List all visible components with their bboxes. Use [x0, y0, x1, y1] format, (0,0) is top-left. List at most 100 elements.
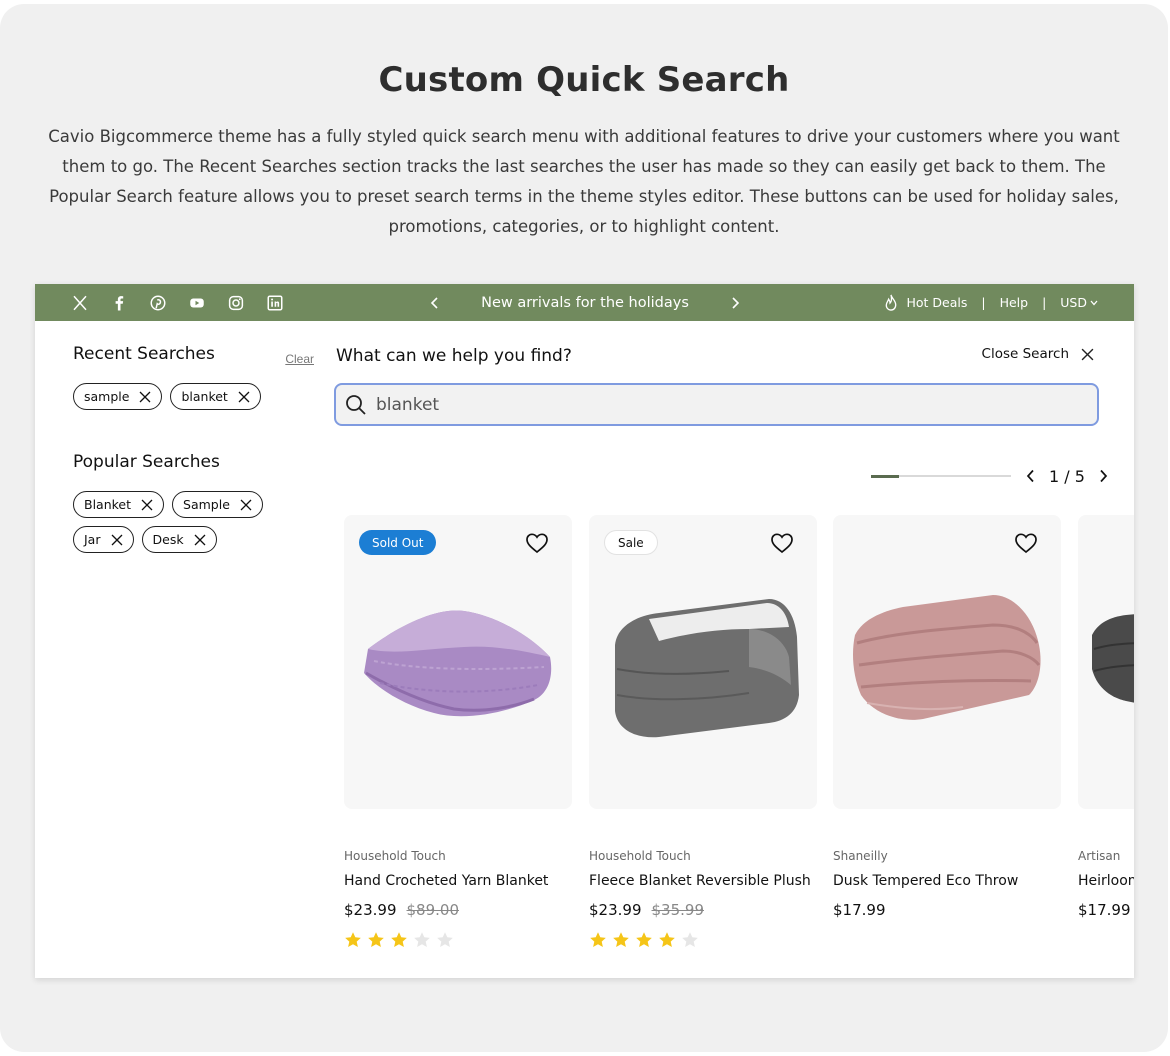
clear-recent-button[interactable]: Clear	[285, 352, 314, 366]
heart-icon[interactable]	[1014, 532, 1038, 554]
product-image[interactable]: Sold Out	[344, 515, 572, 809]
feature-description: Cavio Bigcommerce theme has a fully styl…	[48, 127, 1120, 236]
youtube-icon[interactable]	[188, 293, 227, 313]
chevron-right-icon	[1100, 469, 1108, 483]
chip-label: Jar	[84, 532, 101, 547]
popular-chip[interactable]: Jar	[73, 526, 134, 553]
popular-searches-section: Popular Searches Blanket Sample Jar Desk	[73, 452, 318, 553]
promo-text: New arrivals for the holidays	[481, 294, 689, 311]
results-next-button[interactable]	[1093, 466, 1113, 486]
chevron-down-icon	[1090, 300, 1098, 305]
product-price: $23.99 $35.99	[589, 901, 817, 919]
sold-out-badge: Sold Out	[359, 530, 437, 555]
chevron-left-icon	[1026, 469, 1034, 483]
popular-chip[interactable]: Sample	[172, 491, 263, 518]
recent-search-chips: sample blanket	[73, 383, 288, 410]
divider: |	[1042, 295, 1047, 310]
promo-carousel: New arrivals for the holidays	[425, 284, 745, 321]
hot-deals-label: Hot Deals	[906, 295, 968, 310]
utility-links: Hot Deals | Help | USD	[884, 284, 1098, 321]
product-image[interactable]	[1078, 515, 1134, 809]
product-card[interactable]: Sold Out Household Touch Hand Crocheted …	[344, 515, 572, 949]
help-link[interactable]: Help	[1000, 295, 1029, 310]
sale-badge: Sale	[604, 530, 658, 555]
social-links	[71, 293, 305, 313]
product-name[interactable]: Dusk Tempered Eco Throw	[833, 873, 1061, 889]
close-icon[interactable]	[194, 534, 206, 546]
search-sidebar: Recent Searches Clear sample blanket Pop…	[73, 344, 318, 553]
star-filled-icon	[590, 932, 606, 947]
close-icon[interactable]	[111, 534, 123, 546]
chip-label: Blanket	[84, 497, 132, 512]
product-price: $17.99	[1078, 901, 1134, 919]
linkedin-icon[interactable]	[266, 293, 305, 313]
currency-label: USD	[1060, 295, 1087, 310]
search-input[interactable]	[376, 385, 1076, 424]
close-icon[interactable]	[139, 391, 151, 403]
search-prompt: What can we help you find?	[336, 346, 572, 366]
chevron-left-icon	[430, 296, 438, 309]
product-card[interactable]: Artisan Heirloom $17.99	[1078, 515, 1134, 919]
close-icon[interactable]	[238, 391, 250, 403]
original-price: $35.99	[651, 901, 705, 919]
close-icon	[1081, 348, 1094, 360]
star-filled-icon	[391, 932, 407, 947]
star-filled-icon	[659, 932, 675, 947]
product-results: Sold Out Household Touch Hand Crocheted …	[344, 515, 1134, 955]
recent-chip[interactable]: sample	[73, 383, 163, 410]
product-price: $17.99	[833, 901, 1061, 919]
promo-prev-button[interactable]	[425, 293, 445, 313]
promo-next-button[interactable]	[725, 293, 745, 313]
close-search-label: Close Search	[981, 346, 1069, 362]
product-price: $23.99 $89.00	[344, 901, 572, 919]
product-rating	[344, 931, 572, 949]
chip-label: Sample	[183, 497, 230, 512]
chip-label: sample	[84, 389, 130, 404]
instagram-icon[interactable]	[227, 293, 266, 313]
sale-price: $17.99	[1078, 901, 1131, 919]
popular-searches-title: Popular Searches	[73, 452, 220, 472]
x-icon[interactable]	[71, 293, 110, 313]
sale-price: $23.99	[589, 901, 642, 919]
search-field[interactable]	[334, 383, 1099, 426]
star-filled-icon	[613, 932, 629, 947]
recent-searches-section: Recent Searches Clear sample blanket	[73, 344, 318, 410]
original-price: $89.00	[406, 901, 460, 919]
close-icon[interactable]	[141, 499, 153, 511]
product-brand: Household Touch	[589, 849, 691, 863]
product-brand: Artisan	[1078, 849, 1121, 863]
product-card[interactable]: Shaneilly Dusk Tempered Eco Throw $17.99	[833, 515, 1061, 919]
crocheted-blanket-image	[364, 610, 552, 717]
store-screenshot: New arrivals for the holidays Hot Deals …	[35, 284, 1134, 978]
star-empty-icon	[682, 932, 698, 947]
recent-chip[interactable]: blanket	[170, 383, 261, 410]
product-image[interactable]: Sale	[589, 515, 817, 809]
star-filled-icon	[345, 932, 361, 947]
product-name[interactable]: Hand Crocheted Yarn Blanket	[344, 873, 572, 889]
popular-search-chips: Blanket Sample Jar Desk	[73, 491, 288, 553]
top-bar: New arrivals for the holidays Hot Deals …	[35, 284, 1134, 321]
facebook-icon[interactable]	[110, 293, 149, 313]
fleece-blanket-image	[615, 599, 799, 738]
product-image[interactable]	[833, 515, 1061, 809]
chip-label: blanket	[181, 389, 228, 404]
hot-deals-link[interactable]: Hot Deals	[884, 294, 967, 311]
popular-chip[interactable]: Desk	[141, 526, 217, 553]
product-name[interactable]: Fleece Blanket Reversible Plush	[589, 873, 817, 889]
results-progress-track	[871, 474, 1011, 478]
heart-icon[interactable]	[770, 532, 794, 554]
product-brand: Shaneilly	[833, 849, 888, 863]
currency-selector[interactable]: USD	[1060, 295, 1098, 310]
close-icon[interactable]	[240, 499, 252, 511]
close-search-button[interactable]: Close Search	[982, 346, 1094, 362]
flame-icon	[886, 294, 897, 311]
popular-chip[interactable]: Blanket	[73, 491, 165, 518]
product-name[interactable]: Heirloom	[1078, 873, 1134, 889]
pinterest-icon[interactable]	[149, 293, 188, 313]
star-empty-icon	[437, 932, 453, 947]
heart-icon[interactable]	[525, 532, 549, 554]
product-brand: Household Touch	[344, 849, 446, 863]
sale-price: $17.99	[833, 901, 886, 919]
product-card[interactable]: Sale Household Touch Fleece Blanket Reve…	[589, 515, 817, 949]
results-prev-button[interactable]	[1021, 466, 1041, 486]
